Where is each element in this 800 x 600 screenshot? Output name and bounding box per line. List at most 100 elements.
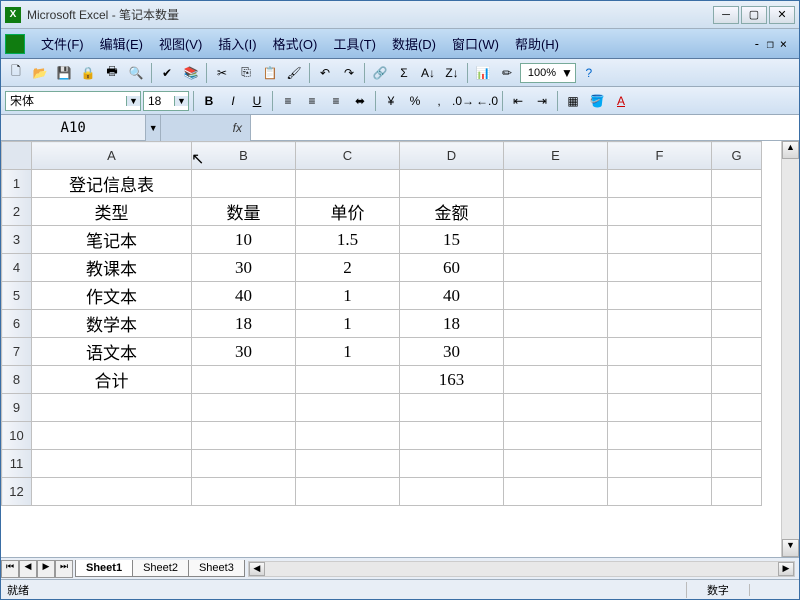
- increase-decimal-icon[interactable]: .0→: [452, 90, 474, 112]
- col-header-G[interactable]: G: [712, 142, 762, 170]
- paste-icon[interactable]: 📋: [259, 62, 281, 84]
- cell-D4[interactable]: 60: [400, 254, 504, 282]
- italic-icon[interactable]: I: [222, 90, 244, 112]
- help-icon[interactable]: ?: [578, 62, 600, 84]
- close-button[interactable]: ✕: [769, 6, 795, 24]
- decrease-decimal-icon[interactable]: ←.0: [476, 90, 498, 112]
- row-header-7[interactable]: 7: [2, 338, 32, 366]
- chevron-down-icon[interactable]: ▼: [145, 115, 160, 141]
- permission-icon[interactable]: 🔒: [77, 62, 99, 84]
- cell-C4[interactable]: 2: [296, 254, 400, 282]
- cell-C3[interactable]: 1.5: [296, 226, 400, 254]
- sheet-tab-1[interactable]: Sheet1: [75, 560, 133, 577]
- cell-A3[interactable]: 笔记本: [32, 226, 192, 254]
- format-painter-icon[interactable]: 🖌: [283, 62, 305, 84]
- cell-C1[interactable]: [296, 170, 400, 198]
- cell-F12[interactable]: [608, 478, 712, 506]
- fx-icon[interactable]: fx: [161, 115, 251, 141]
- cell-G8[interactable]: [712, 366, 762, 394]
- doc-close-button[interactable]: ×: [780, 37, 787, 51]
- row-header-2[interactable]: 2: [2, 198, 32, 226]
- align-right-icon[interactable]: ≡: [325, 90, 347, 112]
- menu-edit[interactable]: 编辑(E): [92, 30, 151, 57]
- underline-icon[interactable]: U: [246, 90, 268, 112]
- chevron-down-icon[interactable]: ▼: [174, 96, 188, 106]
- cell-C12[interactable]: [296, 478, 400, 506]
- cell-E9[interactable]: [504, 394, 608, 422]
- menu-insert[interactable]: 插入(I): [210, 30, 264, 57]
- cell-B2[interactable]: 数量: [192, 198, 296, 226]
- size-input[interactable]: [144, 94, 174, 108]
- select-all-corner[interactable]: [2, 142, 32, 170]
- cell-E10[interactable]: [504, 422, 608, 450]
- tab-prev-icon[interactable]: ◀: [19, 560, 37, 578]
- print-icon[interactable]: 🖶: [101, 62, 123, 84]
- cell-C10[interactable]: [296, 422, 400, 450]
- chevron-down-icon[interactable]: ▼: [561, 66, 573, 80]
- menu-file[interactable]: 文件(F): [33, 30, 92, 57]
- menu-window[interactable]: 窗口(W): [444, 30, 507, 57]
- cell-G10[interactable]: [712, 422, 762, 450]
- name-box[interactable]: ▼: [1, 115, 161, 140]
- row-header-11[interactable]: 11: [2, 450, 32, 478]
- name-box-input[interactable]: [1, 120, 145, 136]
- cell-B10[interactable]: [192, 422, 296, 450]
- cell-C8[interactable]: [296, 366, 400, 394]
- cell-A12[interactable]: [32, 478, 192, 506]
- percent-icon[interactable]: %: [404, 90, 426, 112]
- minimize-button[interactable]: ─: [713, 6, 739, 24]
- cell-A2[interactable]: 类型: [32, 198, 192, 226]
- cell-D2[interactable]: 金额: [400, 198, 504, 226]
- cell-C11[interactable]: [296, 450, 400, 478]
- cell-C5[interactable]: 1: [296, 282, 400, 310]
- cell-A5[interactable]: 作文本: [32, 282, 192, 310]
- cell-F11[interactable]: [608, 450, 712, 478]
- cell-G9[interactable]: [712, 394, 762, 422]
- doc-minimize-button[interactable]: -: [753, 37, 760, 51]
- sheet-tab-2[interactable]: Sheet2: [132, 560, 189, 577]
- cell-F3[interactable]: [608, 226, 712, 254]
- cell-E5[interactable]: [504, 282, 608, 310]
- cell-E2[interactable]: [504, 198, 608, 226]
- zoom-input[interactable]: [523, 67, 561, 79]
- cell-D9[interactable]: [400, 394, 504, 422]
- cell-G11[interactable]: [712, 450, 762, 478]
- cell-D3[interactable]: 15: [400, 226, 504, 254]
- cell-F10[interactable]: [608, 422, 712, 450]
- bold-icon[interactable]: B: [198, 90, 220, 112]
- horizontal-scrollbar[interactable]: ◀ ▶: [248, 561, 795, 577]
- cell-G7[interactable]: [712, 338, 762, 366]
- cell-E7[interactable]: [504, 338, 608, 366]
- cell-F6[interactable]: [608, 310, 712, 338]
- col-header-D[interactable]: D: [400, 142, 504, 170]
- size-combo[interactable]: ▼: [143, 91, 189, 111]
- row-header-5[interactable]: 5: [2, 282, 32, 310]
- sort-asc-icon[interactable]: A↓: [417, 62, 439, 84]
- cell-D10[interactable]: [400, 422, 504, 450]
- cell-D11[interactable]: [400, 450, 504, 478]
- row-header-4[interactable]: 4: [2, 254, 32, 282]
- cell-F4[interactable]: [608, 254, 712, 282]
- tab-next-icon[interactable]: ▶: [37, 560, 55, 578]
- scroll-down-icon[interactable]: ▼: [782, 539, 799, 557]
- col-header-E[interactable]: E: [504, 142, 608, 170]
- menu-tools[interactable]: 工具(T): [325, 30, 384, 57]
- row-header-6[interactable]: 6: [2, 310, 32, 338]
- menu-view[interactable]: 视图(V): [151, 30, 210, 57]
- cell-B3[interactable]: 10: [192, 226, 296, 254]
- cell-B4[interactable]: 30: [192, 254, 296, 282]
- cell-F8[interactable]: [608, 366, 712, 394]
- tab-last-icon[interactable]: ⏭: [55, 560, 73, 578]
- cut-icon[interactable]: ✂: [211, 62, 233, 84]
- formula-input[interactable]: [251, 115, 799, 140]
- scroll-right-icon[interactable]: ▶: [778, 562, 794, 576]
- font-input[interactable]: [6, 94, 126, 108]
- maximize-button[interactable]: ▢: [741, 6, 767, 24]
- cell-C7[interactable]: 1: [296, 338, 400, 366]
- cell-B6[interactable]: 18: [192, 310, 296, 338]
- chart-icon[interactable]: 📊: [472, 62, 494, 84]
- redo-icon[interactable]: ↷: [338, 62, 360, 84]
- row-header-8[interactable]: 8: [2, 366, 32, 394]
- row-header-9[interactable]: 9: [2, 394, 32, 422]
- open-icon[interactable]: 📂: [29, 62, 51, 84]
